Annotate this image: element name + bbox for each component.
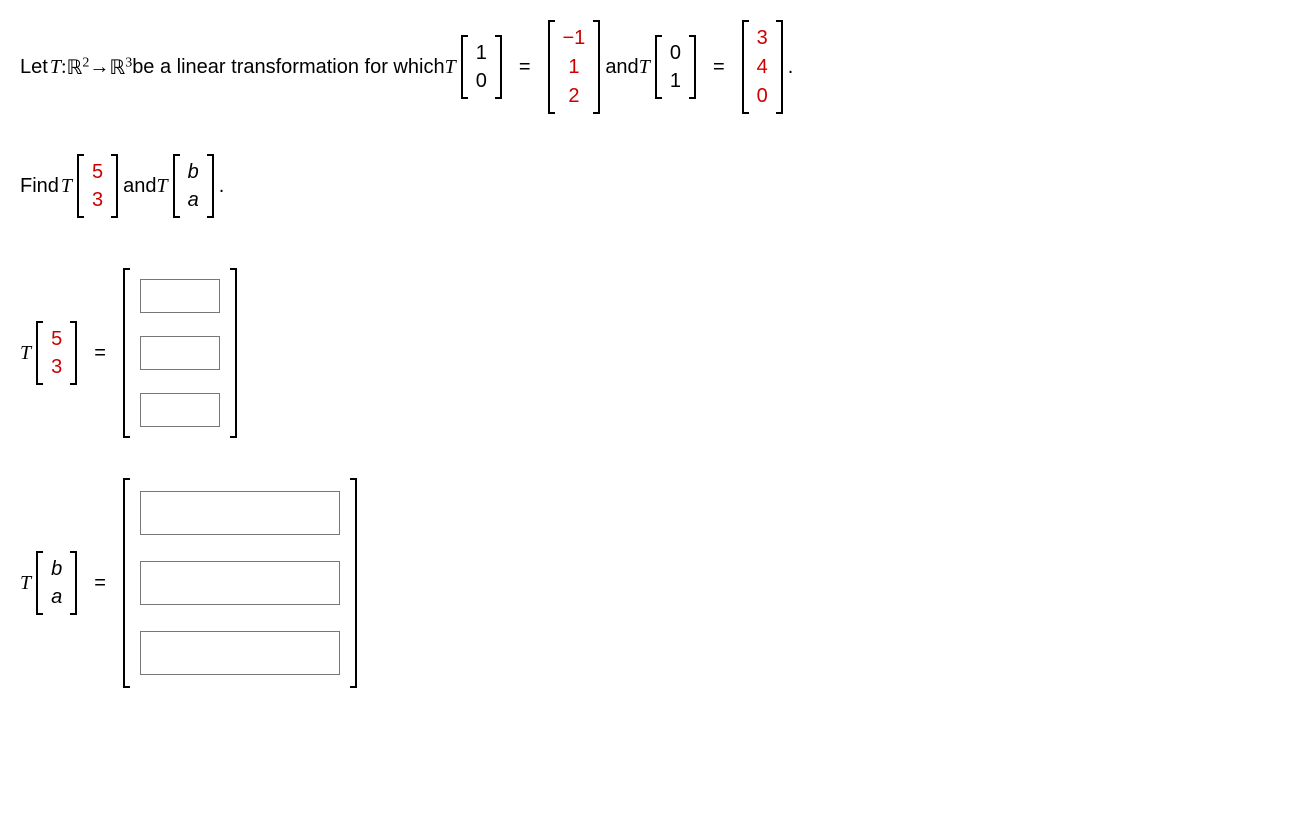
answer2-input-2[interactable] (140, 561, 340, 605)
answer-bracket-2 (120, 478, 360, 688)
var-T-e2: T (639, 56, 650, 79)
text-mid: be a linear transformation for which (132, 56, 444, 79)
vector-e1: 1 0 (458, 35, 505, 99)
vector-Te2: 3 4 0 (739, 20, 786, 114)
vector-ans2-in: b a (33, 551, 80, 615)
answer-bracket-1 (120, 268, 240, 438)
answer-row-1: T 5 3 = (20, 268, 1284, 438)
vector-ba: b a (170, 154, 217, 218)
vector-53: 5 3 (74, 154, 121, 218)
answer1-input-3[interactable] (140, 393, 220, 427)
arrow: → (89, 56, 109, 79)
var-T-ans1: T (20, 342, 31, 365)
answer1-input-1[interactable] (140, 279, 220, 313)
equals-2: = (713, 56, 725, 79)
vector-Te1: −1 1 2 (545, 20, 604, 114)
var-T: T (50, 56, 61, 79)
period-1: . (788, 56, 794, 79)
period-2: . (219, 175, 225, 198)
var-T-53: T (61, 175, 72, 198)
var-T-ans2: T (20, 572, 31, 595)
set-R3: ℝ3 (109, 55, 132, 80)
text-and-2: and (123, 175, 156, 198)
problem-statement-line2: Find T 5 3 and T b a . (20, 154, 1284, 218)
set-R2: ℝ2 (67, 55, 90, 80)
answer2-input-3[interactable] (140, 631, 340, 675)
vector-ans1-in: 5 3 (33, 321, 80, 385)
equals-1: = (519, 56, 531, 79)
answer-row-2: T b a = (20, 478, 1284, 688)
text-let: Let (20, 56, 48, 79)
var-T-e1: T (445, 56, 456, 79)
text-and: and (605, 56, 638, 79)
problem-statement-line1: Let T : ℝ2 → ℝ3 be a linear transformati… (20, 20, 1284, 114)
text-find: Find (20, 175, 59, 198)
vector-e2: 0 1 (652, 35, 699, 99)
answer2-input-1[interactable] (140, 491, 340, 535)
equals-ans1: = (94, 342, 106, 365)
equals-ans2: = (94, 572, 106, 595)
answer1-input-2[interactable] (140, 336, 220, 370)
var-T-ba: T (157, 175, 168, 198)
